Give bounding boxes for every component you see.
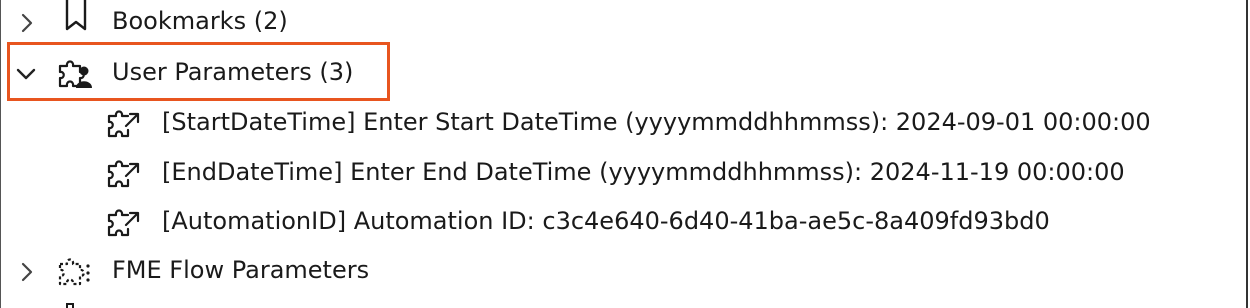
tree-item-label: [StartDateTime] Enter Start DateTime (yy… (162, 108, 1151, 136)
tree-item-parameter[interactable]: [StartDateTime] Enter Start DateTime (yy… (1, 104, 1241, 144)
published-parameter-icon (107, 209, 140, 237)
user-parameters-icon (58, 60, 92, 88)
tree-item-fme-flow-parameters[interactable]: FME Flow Parameters (1, 252, 1241, 292)
chevron-right-icon[interactable] (15, 11, 39, 35)
published-parameter-icon (107, 160, 140, 188)
tree-item-bookmarks[interactable]: Bookmarks (2) (1, 0, 1241, 43)
tree-item-parameter[interactable]: [AutomationID] Automation ID: c3c4e640-6… (1, 203, 1241, 243)
tree-item-user-parameters[interactable]: User Parameters (3) (1, 54, 1241, 94)
tree-item-label: User Parameters (3) (112, 58, 354, 86)
chevron-right-icon[interactable] (15, 260, 39, 284)
fme-flow-parameters-icon (58, 258, 90, 286)
tree-item-label: [EndDateTime] Enter End DateTime (yyyymm… (162, 158, 1125, 186)
bookmark-icon (65, 0, 87, 31)
chevron-down-icon[interactable] (14, 62, 38, 86)
next-item-icon (66, 303, 74, 308)
tree-item-label: Bookmarks (2) (112, 7, 288, 35)
published-parameter-icon (107, 110, 140, 138)
tree-item-parameter[interactable]: [EndDateTime] Enter End DateTime (yyyymm… (1, 154, 1241, 194)
tree-item-label: FME Flow Parameters (112, 256, 370, 284)
tree-item-label: [AutomationID] Automation ID: c3c4e640-6… (162, 207, 1050, 235)
navigator-panel: Bookmarks (2) User Parameters (3) [Start… (0, 0, 1248, 308)
